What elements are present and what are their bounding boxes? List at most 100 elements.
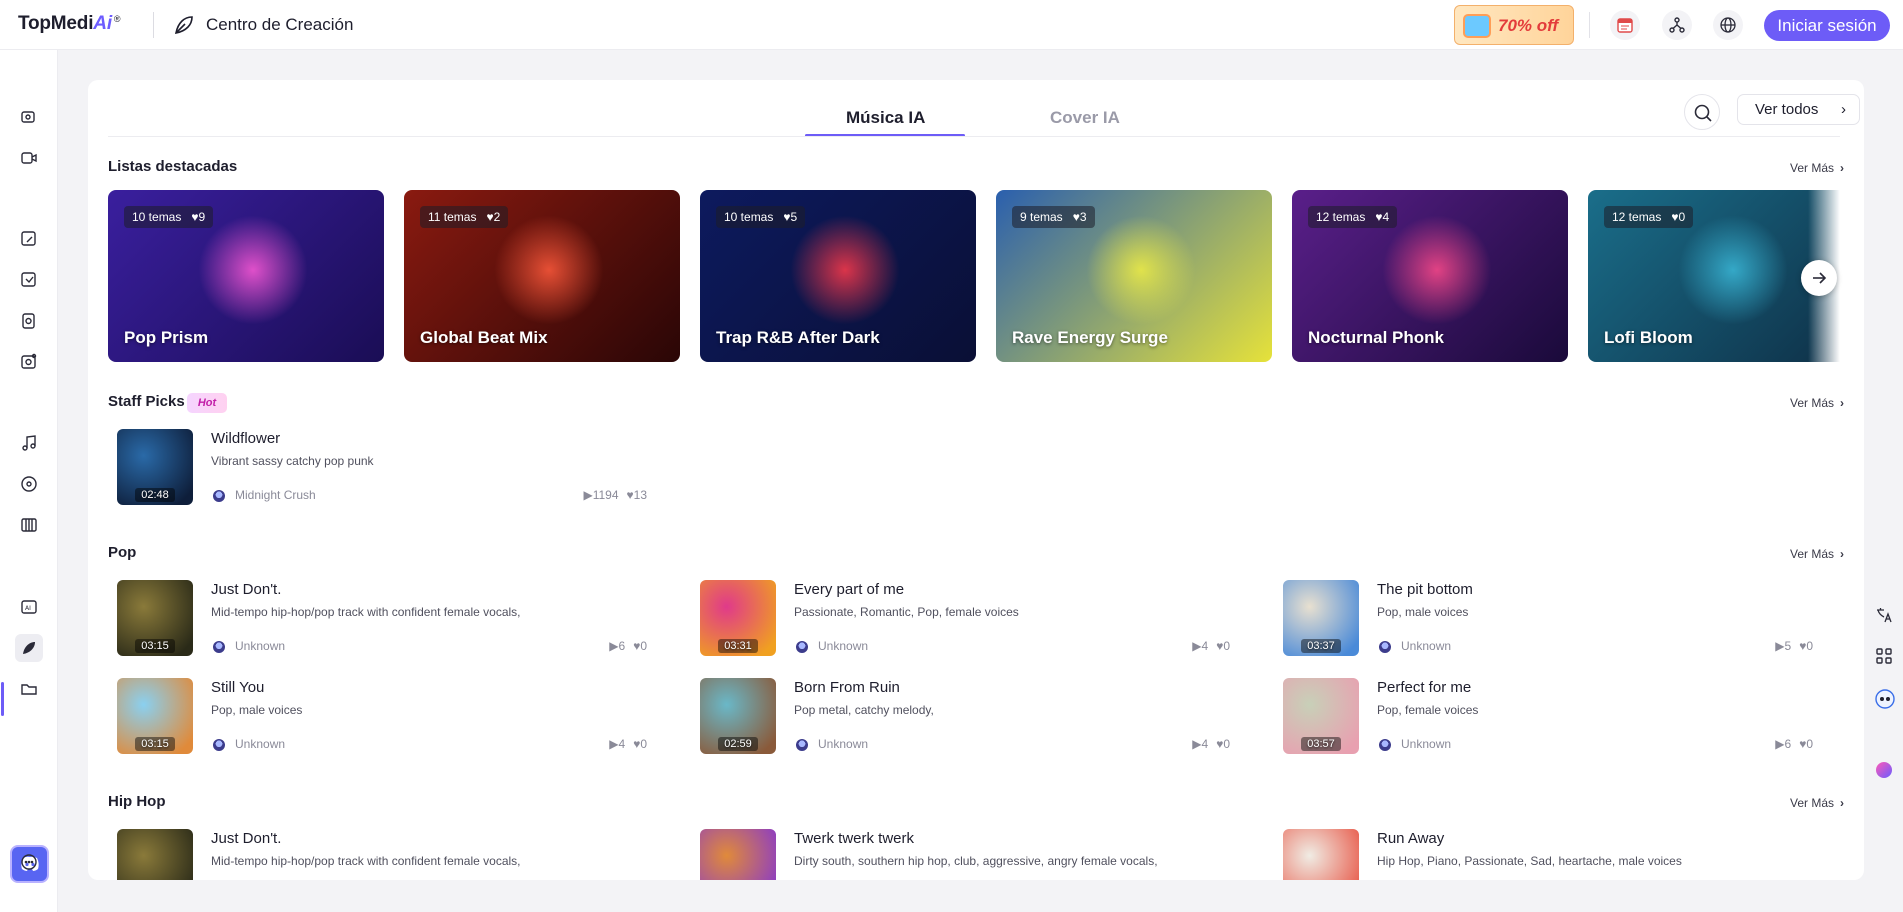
track-title[interactable]: The pit bottom xyxy=(1377,581,1473,598)
artist-avatar xyxy=(796,739,808,751)
track-artist[interactable]: Unknown xyxy=(818,639,868,653)
track-artist[interactable]: Unknown xyxy=(1401,639,1451,653)
track-artist[interactable]: Unknown xyxy=(235,639,285,653)
playlist-card[interactable]: 11 temas ♥2 Global Beat Mix xyxy=(404,190,680,362)
track-title[interactable]: Still You xyxy=(211,679,264,696)
assistant-button[interactable] xyxy=(1872,686,1896,710)
sidebar-item-photo-ai[interactable] xyxy=(15,348,43,376)
tab-musica-ia[interactable]: Música IA xyxy=(846,108,925,128)
playlist-card[interactable]: 10 temas ♥5 Trap R&B After Dark xyxy=(700,190,976,362)
track-artist[interactable]: Unknown xyxy=(818,737,868,751)
logo-registered-mark: ® xyxy=(113,13,121,24)
track-title[interactable]: Perfect for me xyxy=(1377,679,1471,696)
like-count: 0 xyxy=(1678,210,1686,224)
playlist-card[interactable]: 12 temas ♥4 Nocturnal Phonk xyxy=(1292,190,1568,362)
leaf-icon xyxy=(174,16,193,35)
track-description: Pop, male voices xyxy=(1377,605,1469,619)
track-thumbnail[interactable]: 03:31 xyxy=(700,580,776,656)
track-item[interactable]: 03:57 Perfect for me Pop, female voices Unk… xyxy=(1283,678,1813,756)
apps-button[interactable] xyxy=(1872,644,1896,668)
track-title[interactable]: Just Don't. xyxy=(211,830,281,847)
network-button[interactable] xyxy=(1662,10,1692,40)
track-artist[interactable]: Midnight Crush xyxy=(235,488,316,502)
like-count: 9 xyxy=(198,210,206,224)
featured-ver-mas[interactable]: Ver Más › xyxy=(1790,161,1844,175)
brain-button[interactable] xyxy=(1872,758,1896,782)
playlist-badge: 10 temas ♥9 xyxy=(124,206,214,228)
robot-icon xyxy=(1875,689,1895,709)
login-button[interactable]: Iniciar sesión xyxy=(1764,10,1890,41)
track-item[interactable]: 02:59 Born From Ruin Pop metal, catchy mel… xyxy=(700,678,1230,756)
sidebar-item-piano[interactable] xyxy=(15,511,43,539)
track-title[interactable]: Run Away xyxy=(1377,830,1444,847)
sidebar-item-chat[interactable] xyxy=(15,848,43,876)
translate-button[interactable] xyxy=(1872,603,1896,627)
sidebar-item-creation-center[interactable] xyxy=(15,634,43,662)
calendar-button[interactable] xyxy=(1610,10,1640,40)
sidebar-item-video-edit[interactable] xyxy=(15,144,43,172)
track-title[interactable]: Every part of me xyxy=(794,581,904,598)
track-thumbnail[interactable]: 03:57 xyxy=(1283,678,1359,754)
like-count: 4 xyxy=(1382,210,1390,224)
play-count: 4 xyxy=(1201,737,1209,751)
sidebar-item-video-ai[interactable] xyxy=(15,103,43,131)
playlist-title: Global Beat Mix xyxy=(420,328,548,347)
artist-avatar xyxy=(213,490,225,502)
top-bar: TopMediAi ® Centro de Creación 70% off In… xyxy=(0,0,1903,50)
staff-ver-mas[interactable]: Ver Más › xyxy=(1790,396,1844,410)
playlist-card[interactable]: 9 temas ♥3 Rave Energy Surge xyxy=(996,190,1272,362)
pop-ver-mas[interactable]: Ver Más › xyxy=(1790,547,1844,561)
brain-icon xyxy=(1876,762,1892,778)
track-thumbnail[interactable] xyxy=(700,829,776,880)
play-count: 6 xyxy=(1784,737,1792,751)
image-tool-icon xyxy=(21,272,36,287)
playlist-badge: 11 temas ♥2 xyxy=(420,206,509,228)
playlist-card[interactable]: 10 temas ♥9 Pop Prism xyxy=(108,190,384,362)
track-item[interactable]: 03:31 Every part of me Passionate, Romanti… xyxy=(700,580,1230,658)
track-title[interactable]: Just Don't. xyxy=(211,581,281,598)
playlist-badge: 9 temas ♥3 xyxy=(1012,206,1095,228)
search-button[interactable] xyxy=(1684,94,1720,130)
track-thumbnail[interactable]: 02:48 xyxy=(117,429,193,505)
tab-cover-ia[interactable]: Cover IA xyxy=(1050,108,1120,128)
track-title[interactable]: Wildflower xyxy=(211,430,280,447)
sidebar-item-image-tool[interactable] xyxy=(15,266,43,294)
sidebar-item-image-copy[interactable] xyxy=(15,307,43,335)
playlist-art xyxy=(1678,215,1788,325)
track-stats: ▶4 ♥0 xyxy=(1192,639,1230,653)
track-description: Pop metal, catchy melody, xyxy=(794,703,934,717)
carousel-next-button[interactable] xyxy=(1801,260,1837,296)
search-icon xyxy=(1694,104,1712,122)
track-title[interactable]: Born From Ruin xyxy=(794,679,900,696)
sidebar-item-folder[interactable] xyxy=(15,675,43,703)
promo-banner[interactable]: 70% off xyxy=(1454,5,1574,45)
track-thumbnail[interactable]: 03:15 xyxy=(117,678,193,754)
track-thumbnail[interactable]: 02:59 xyxy=(700,678,776,754)
track-duration: 02:59 xyxy=(700,737,776,751)
track-item[interactable]: Twerk twerk twerk Dirty south, southern h… xyxy=(700,829,1230,880)
sidebar-item-disc[interactable] xyxy=(15,470,43,498)
track-item[interactable]: 03:15 Still You Pop, male voices Unknown ▶4 ♥… xyxy=(117,678,647,756)
track-item[interactable]: Run Away Hip Hop, Piano, Passionate, Sad,… xyxy=(1283,829,1813,880)
track-item[interactable]: 03:37 The pit bottom Pop, male voices Unkno… xyxy=(1283,580,1813,658)
sidebar-item-ai[interactable]: AI xyxy=(15,593,43,621)
logo[interactable]: TopMediAi ® xyxy=(18,13,121,35)
track-item[interactable]: Just Don't. Mid-tempo hip-hop/pop track w… xyxy=(117,829,647,880)
track-thumbnail[interactable] xyxy=(117,829,193,880)
track-thumbnail[interactable] xyxy=(1283,829,1359,880)
hiphop-ver-mas[interactable]: Ver Más › xyxy=(1790,796,1844,810)
playlist-badge: 12 temas ♥0 xyxy=(1604,206,1694,228)
track-thumbnail[interactable]: 03:37 xyxy=(1283,580,1359,656)
language-button[interactable] xyxy=(1713,10,1743,40)
track-thumbnail[interactable]: 03:15 xyxy=(117,580,193,656)
track-count: 11 temas xyxy=(428,210,477,224)
sidebar-item-image-edit[interactable] xyxy=(15,225,43,253)
track-item[interactable]: 02:48 Wildflower Vibrant sassy catchy pop … xyxy=(117,429,647,507)
track-title[interactable]: Twerk twerk twerk xyxy=(794,830,914,847)
sidebar-item-music[interactable] xyxy=(15,429,43,457)
track-item[interactable]: 03:15 Just Don't. Mid-tempo hip-hop/pop tr… xyxy=(117,580,647,658)
ver-todos-button[interactable]: Ver todos › xyxy=(1737,94,1860,125)
track-artist[interactable]: Unknown xyxy=(1401,737,1451,751)
playlist-title: Nocturnal Phonk xyxy=(1308,328,1445,347)
track-artist[interactable]: Unknown xyxy=(235,737,285,751)
